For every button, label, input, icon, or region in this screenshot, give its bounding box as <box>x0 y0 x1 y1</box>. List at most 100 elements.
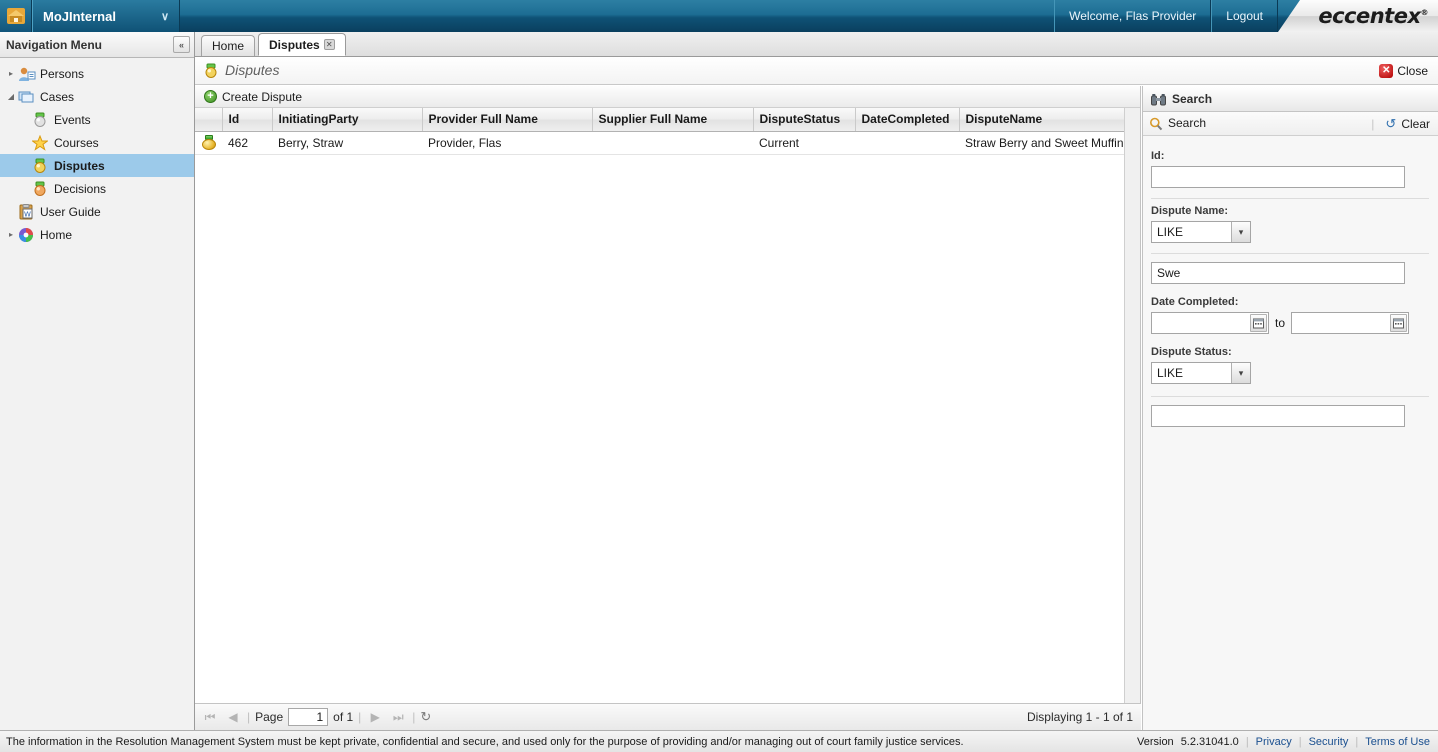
pager-divider: | <box>358 710 362 724</box>
grid-vertical-scrollbar[interactable] <box>1124 108 1140 706</box>
top-header-bar: MoJInternal ∨ Welcome, Flas Provider Log… <box>0 0 1438 32</box>
refresh-button[interactable]: ↻ <box>420 709 431 725</box>
terms-link[interactable]: Terms of Use <box>1365 736 1430 748</box>
footer-divider: | <box>1355 735 1359 748</box>
column-header-dispute-status[interactable]: DisputeStatus <box>753 108 856 132</box>
persons-icon <box>18 66 36 82</box>
dispute-name-input[interactable] <box>1151 262 1405 284</box>
app-name: MoJInternal <box>43 8 116 24</box>
app-switcher[interactable]: MoJInternal ∨ <box>32 0 180 32</box>
table-row[interactable]: 462 Berry, Straw Provider, Flas Current … <box>195 131 1139 155</box>
bead-gold-icon <box>201 135 216 151</box>
create-dispute-button[interactable]: + Create Dispute <box>200 90 306 104</box>
bead-orange-icon <box>32 181 50 197</box>
search-button[interactable]: Search <box>1149 116 1206 131</box>
home-icon <box>6 8 25 24</box>
sidebar-item-events[interactable]: Events <box>0 108 194 131</box>
logout-button[interactable]: Logout <box>1211 0 1278 32</box>
dispute-status-operator-select[interactable]: LIKE ▾ <box>1151 362 1251 384</box>
sidebar-item-courses[interactable]: Courses <box>0 131 194 154</box>
refresh-icon: ↺ <box>1385 115 1397 131</box>
cell-date-completed <box>855 131 959 155</box>
column-header-icon[interactable] <box>195 108 223 132</box>
column-header-initiating-party[interactable]: InitiatingParty <box>272 108 423 132</box>
dispute-status-label: Dispute Status: <box>1151 346 1232 358</box>
chevron-down-icon: ▾ <box>1231 222 1250 242</box>
prev-page-button[interactable]: ◀ <box>224 710 242 724</box>
calendar-icon[interactable] <box>1250 314 1267 332</box>
close-button[interactable]: ✕ Close <box>1379 63 1432 78</box>
sidebar-item-label: Disputes <box>54 158 105 173</box>
clear-button[interactable]: | ↺ Clear <box>1371 116 1430 132</box>
pager-divider: | <box>412 710 416 724</box>
tab-label: Home <box>212 39 245 53</box>
privacy-link[interactable]: Privacy <box>1256 736 1292 748</box>
welcome-text: Welcome, Flas Provider <box>1054 0 1212 32</box>
sidebar-item-persons[interactable]: ▸ Persons <box>0 62 194 85</box>
page-total-label: of 1 <box>333 710 354 724</box>
security-link[interactable]: Security <box>1309 736 1349 748</box>
dispute-status-operator-value: LIKE <box>1157 366 1184 380</box>
row-icon-cell <box>195 131 222 155</box>
plus-circle-icon: + <box>204 90 217 103</box>
collapse-sidebar-button[interactable]: « <box>173 36 190 53</box>
sidebar-item-decisions[interactable]: Decisions <box>0 177 194 200</box>
tab-close-icon[interactable]: ✕ <box>323 39 335 50</box>
tab-home[interactable]: Home <box>201 35 256 56</box>
id-field[interactable] <box>1151 166 1405 188</box>
chevron-down-icon: ∨ <box>160 10 169 23</box>
page-label: Page <box>255 710 284 724</box>
grid-panel: + Create Dispute Id InitiatingParty Prov… <box>195 86 1141 730</box>
footer-divider: | <box>1298 735 1302 748</box>
cell-dispute-status: Current <box>753 131 855 155</box>
version-label: Version <box>1136 735 1174 748</box>
tab-label: Disputes <box>269 37 320 52</box>
sidebar-item-label: Decisions <box>54 181 107 196</box>
dispute-status-input[interactable] <box>1151 405 1405 427</box>
date-from-field[interactable] <box>1151 312 1269 334</box>
dispute-name-operator-value: LIKE <box>1157 225 1184 239</box>
binoculars-icon <box>1151 91 1166 106</box>
next-page-button[interactable]: ▶ <box>366 710 384 724</box>
grid-empty-space <box>195 154 1140 730</box>
field-divider <box>1151 198 1429 199</box>
column-header-id[interactable]: Id <box>222 108 273 132</box>
column-header-dispute-name[interactable]: DisputeName <box>959 108 1140 132</box>
calendar-icon[interactable] <box>1390 314 1408 332</box>
column-header-provider-full-name[interactable]: Provider Full Name <box>422 108 593 132</box>
magnifier-icon <box>1149 116 1163 131</box>
expand-arrow-icon[interactable]: ▸ <box>4 230 18 239</box>
cell-id[interactable]: 462 <box>222 131 272 155</box>
cell-initiating-party: Berry, Straw <box>272 131 422 155</box>
date-to-field[interactable] <box>1291 312 1410 334</box>
close-label: Close <box>1397 63 1428 78</box>
svg-text:W: W <box>24 210 31 218</box>
sidebar-item-disputes[interactable]: Disputes <box>0 154 194 177</box>
sidebar-item-user-guide[interactable]: W User Guide <box>0 200 194 223</box>
tab-disputes[interactable]: Disputes ✕ <box>258 33 346 56</box>
navigation-list: ▸ Persons ◢ Cases Events Courses Dispute… <box>0 58 194 246</box>
cell-dispute-name: Straw Berry and Sweet Muffin <box>959 131 1139 155</box>
first-page-button[interactable]: ⏮ <box>201 710 219 725</box>
sidebar-item-cases[interactable]: ◢ Cases <box>0 85 194 108</box>
table-header-row: Id InitiatingParty Provider Full Name Su… <box>195 108 1140 132</box>
date-completed-label: Date Completed: <box>1151 296 1239 308</box>
sidebar-item-home[interactable]: ▸ Home <box>0 223 194 246</box>
column-header-date-completed[interactable]: DateCompleted <box>855 108 960 132</box>
date-to-label: to <box>1275 316 1286 330</box>
expand-arrow-icon[interactable]: ▸ <box>4 69 18 78</box>
collapse-arrow-icon[interactable]: ◢ <box>4 92 18 101</box>
bead-gold-icon <box>203 62 219 79</box>
column-header-supplier-full-name[interactable]: Supplier Full Name <box>592 108 754 132</box>
cell-supplier-full-name <box>592 131 753 155</box>
dispute-name-operator-select[interactable]: LIKE ▾ <box>1151 221 1251 243</box>
home-button[interactable] <box>0 0 32 32</box>
clipboard-icon: W <box>18 203 36 220</box>
last-page-button[interactable]: ⏭ <box>389 710 407 725</box>
brand-name: eccentex <box>1318 4 1421 28</box>
sidebar-item-label: Events <box>54 112 91 127</box>
close-icon: ✕ <box>1379 63 1394 78</box>
page-title-text: Disputes <box>225 62 280 79</box>
page-number-input[interactable] <box>288 708 329 726</box>
bead-grey-icon <box>32 112 50 128</box>
